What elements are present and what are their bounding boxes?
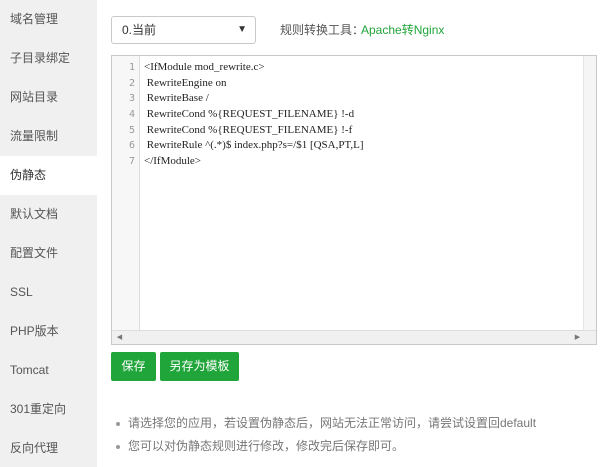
code-line: RewriteRule ^(.*)$ index.php?s=/$1 [QSA,… [144, 139, 364, 152]
code-line: RewriteEngine on [144, 76, 227, 89]
sidebar-item-config-file[interactable]: 配置文件 [0, 234, 97, 273]
code-line: RewriteBase / [144, 92, 209, 105]
code-line: <IfModule mod_rewrite.c> [144, 61, 265, 73]
bullet-icon [116, 445, 120, 449]
code-line: </IfModule> [144, 155, 202, 168]
apache-to-nginx-link[interactable]: Apache转Nginx [361, 16, 444, 44]
tip-item: 请选择您的应用，若设置伪静态后，网站无法正常访问，请尝试设置回default [111, 412, 536, 435]
tip-item: 您可以对伪静态规则进行修改，修改完后保存即可。 [111, 435, 536, 458]
sidebar-item-default-document[interactable]: 默认文档 [0, 195, 97, 234]
sidebar-item-pseudo-static[interactable]: 伪静态 [0, 156, 97, 195]
select-value: 0.当前 [122, 23, 157, 37]
save-as-template-button[interactable]: 另存为模板 [160, 352, 239, 381]
sidebar-nav: 域名管理 子目录绑定 网站目录 流量限制 伪静态 默认文档 配置文件 SSL P… [0, 0, 97, 467]
line-number: 3 [128, 93, 135, 105]
vertical-scrollbar[interactable] [583, 56, 596, 331]
line-number: 7 [128, 156, 135, 168]
save-button[interactable]: 保存 [111, 352, 156, 381]
sidebar-item-reverse-proxy[interactable]: 反向代理 [0, 429, 97, 467]
tip-text: 您可以对伪静态规则进行修改，修改完后保存即可。 [128, 439, 405, 453]
sidebar-item-php-version[interactable]: PHP版本 [0, 312, 97, 351]
scroll-left-icon[interactable]: ◀ [113, 331, 126, 344]
line-number: 5 [128, 124, 135, 136]
scroll-right-icon[interactable]: ▶ [571, 331, 584, 344]
line-number: 2 [128, 77, 135, 89]
sidebar-item-301-redirect[interactable]: 301重定向 [0, 390, 97, 429]
sidebar-item-ssl[interactable]: SSL [0, 273, 97, 312]
bullet-icon [116, 422, 120, 426]
sidebar-item-tomcat[interactable]: Tomcat [0, 351, 97, 390]
sidebar-item-subdirectory-binding[interactable]: 子目录绑定 [0, 39, 97, 78]
chevron-down-icon: ▼ [237, 24, 247, 35]
rewrite-template-select[interactable]: 0.当前 ▼ [111, 16, 256, 44]
line-number-gutter: 1 2 3 4 5 6 7 [112, 56, 140, 331]
code-line: RewriteCond %{REQUEST_FILENAME} !-f [144, 123, 353, 136]
rewrite-rules-editor[interactable]: 1 2 3 4 5 6 7 <IfModule mod_rewrite.c> R… [111, 55, 597, 345]
horizontal-scrollbar[interactable]: ◀ ▶ [112, 330, 596, 344]
tip-text: 请选择您的应用，若设置伪静态后，网站无法正常访问，请尝试设置回default [128, 416, 537, 430]
sidebar-item-traffic-limit[interactable]: 流量限制 [0, 117, 97, 156]
sidebar-item-site-directory[interactable]: 网站目录 [0, 78, 97, 117]
code-content[interactable]: <IfModule mod_rewrite.c> RewriteEngine o… [144, 60, 582, 170]
help-tips: 请选择您的应用，若设置伪静态后，网站无法正常访问，请尝试设置回default 您… [111, 412, 536, 458]
sidebar-item-domain-management[interactable]: 域名管理 [0, 0, 97, 39]
rule-converter-label: 规则转换工具： [280, 23, 365, 37]
line-number: 1 [128, 62, 135, 73]
code-line: RewriteCond %{REQUEST_FILENAME} !-d [144, 108, 355, 121]
line-number: 4 [128, 109, 135, 121]
line-number: 6 [128, 140, 135, 152]
